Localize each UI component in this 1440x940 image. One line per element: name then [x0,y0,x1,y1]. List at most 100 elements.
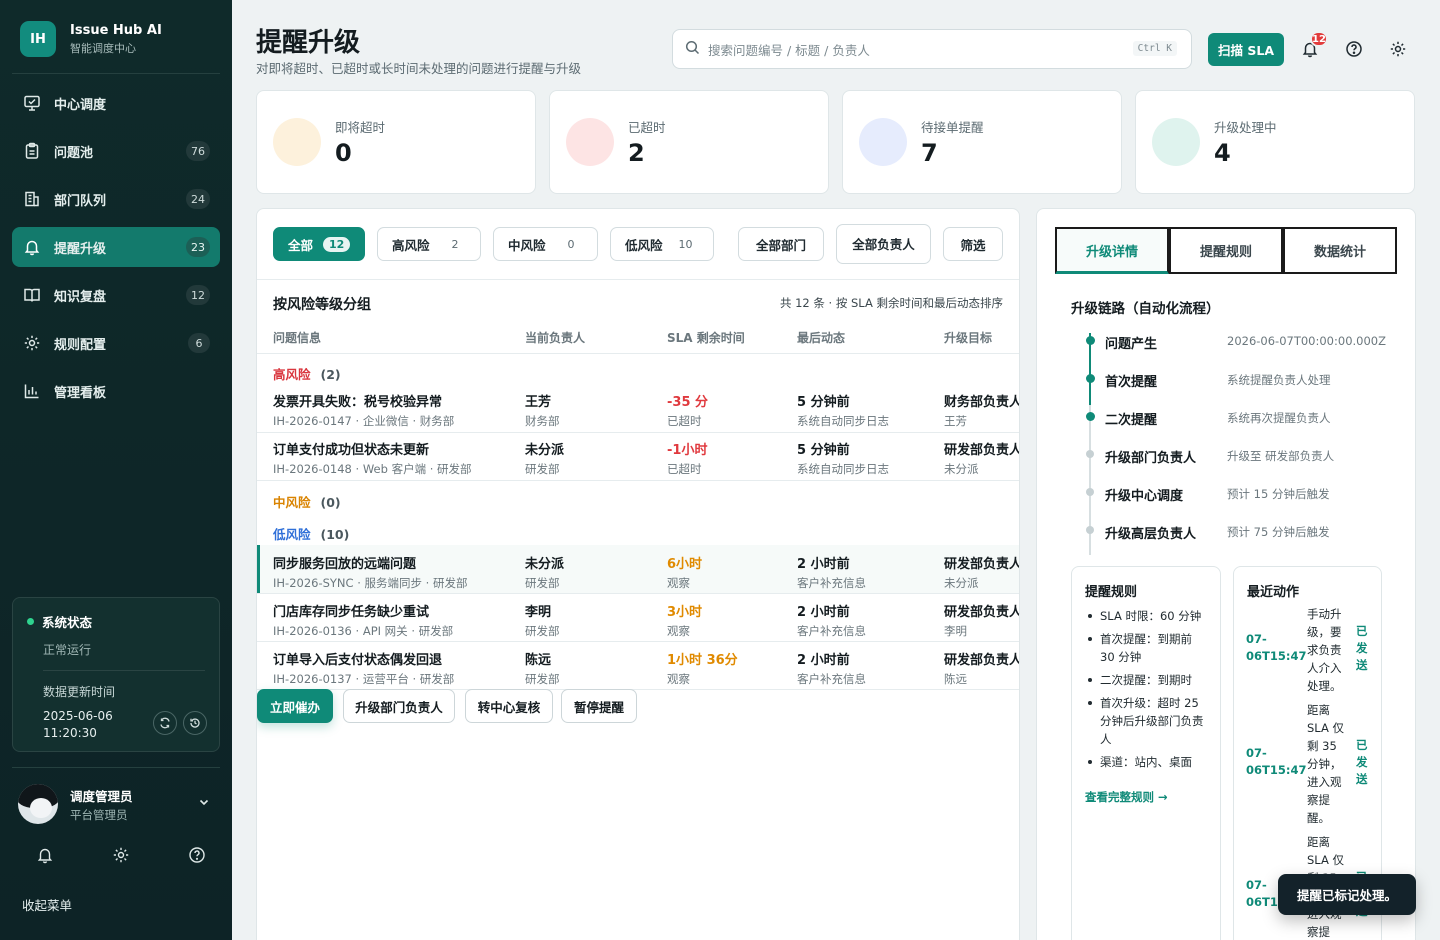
stat-card-timed-out[interactable]: 已超时 2 [549,90,829,194]
sidebar-item-dashboard[interactable]: 管理看板 [12,371,220,411]
sidebar-item-dispatch[interactable]: 中心调度 [12,83,220,123]
stat-label: 即将超时 [335,120,386,135]
issue-title: 同步服务回放的远端问题 [273,557,417,572]
step-dot [1086,412,1095,421]
count-badge: 23 [186,237,210,257]
step-name: 升级部门负责人 [1105,451,1197,466]
chip-count: 2 [451,237,459,251]
help-icon[interactable] [188,846,206,868]
stat-card-near-timeout[interactable]: 即将超时 0 [256,90,536,194]
user-role: 平台管理员 [70,807,128,822]
rules-title: 提醒规则 [1085,585,1138,600]
reminder-rules-card: 提醒规则 SLA 时限：60 分钟 首次提醒：到期前 30 分钟 二次提醒：到期… [1071,566,1221,940]
help-icon[interactable] [1342,37,1366,61]
sync-icon[interactable] [153,711,177,735]
stat-card-pending-accept[interactable]: 待接单提醒 7 [842,90,1122,194]
step-desc: 系统再次提醒负责人 [1227,411,1331,425]
building-icon [22,189,42,209]
escalation-target-name: 陈远 [944,672,967,686]
tab-statistics[interactable]: 数据统计 [1283,227,1397,274]
system-status-title: 系统状态 [42,615,93,630]
page-title: 提醒升级 [256,28,361,58]
section-header-medium[interactable]: 中风险 (0) [273,492,341,511]
section-count: (2) [320,367,341,382]
last-activity-desc: 客户补充信息 [797,624,866,638]
filter-chip-high-risk[interactable]: 高风险 2 [377,227,481,261]
scan-sla-button[interactable]: 扫描 SLA [1208,33,1284,66]
gear-icon[interactable] [112,846,130,868]
last-activity-desc: 客户补充信息 [797,672,866,686]
filter-bar: 全部 12 高风险 2 中风险 0 低风险 10 全部部门 全部负责人 筛选 [273,224,1003,265]
avatar [18,784,58,824]
column-header[interactable]: 当前负责人 [525,329,585,346]
table-row[interactable]: 订单支付成功但状态未更新 IH-2026-0148 · Web 客户端 · 研发部… [257,431,1019,479]
column-header[interactable]: SLA 剩余时间 [667,329,745,346]
step-dot [1086,336,1095,345]
sidebar-item-issue-pool[interactable]: 问题池 76 [12,131,220,171]
filter-chip-medium-risk[interactable]: 中风险 0 [493,227,598,261]
chip-label: 高风险 [392,237,430,253]
section-header-high[interactable]: 高风险 (2) [273,364,341,383]
history-icon[interactable] [183,711,207,735]
search-input[interactable]: 搜索问题编号 / 标题 / 负责人 Ctrl K [672,29,1192,69]
timeline-step: 二次提醒 系统再次提醒负责人 [1071,409,1401,447]
section-label: 高风险 [273,367,311,382]
table-row[interactable]: 订单导入后支付状态偶发回退 IH-2026-0137 · 运营平台 · 研发部 陈… [257,641,1019,689]
transfer-review-button[interactable]: 转中心复核 [465,689,553,723]
urge-now-button[interactable]: 立即催办 [257,689,333,723]
filter-chip-all[interactable]: 全部 12 [273,227,366,261]
view-full-rules-link[interactable]: 查看完整规则 → [1085,789,1168,805]
column-header[interactable]: 问题信息 [273,329,321,346]
sidebar-item-knowledge[interactable]: 知识复盘 12 [12,275,220,315]
tab-reminder-rules[interactable]: 提醒规则 [1169,227,1283,274]
brand[interactable]: IH Issue Hub AI 智能调度中心 [20,21,162,57]
last-activity: 2 小时前 [797,605,850,620]
sla-state: 观察 [667,624,690,638]
sidebar-item-dept-queue[interactable]: 部门队列 24 [12,179,220,219]
section-header-low[interactable]: 低风险 (10) [273,524,349,543]
sidebar-item-reminder[interactable]: 提醒升级 23 [12,227,220,267]
sidebar-item-label: 问题池 [54,145,94,161]
sla-state: 观察 [667,672,690,686]
sla-state: 已超时 [667,462,702,476]
sidebar-item-label: 规则配置 [54,337,107,353]
last-activity-desc: 系统自动同步日志 [797,462,889,476]
recent-title: 最近动作 [1247,585,1300,600]
divider [257,279,1019,280]
stat-icon [859,118,907,166]
section-label: 中风险 [273,495,311,510]
sidebar-item-rules[interactable]: 规则配置 6 [12,323,220,363]
filter-chip-low-risk[interactable]: 低风险 10 [610,227,714,261]
step-name: 首次提醒 [1105,375,1158,390]
notification-icon[interactable]: 12 [1298,31,1328,61]
escalate-dept-head-button[interactable]: 升级部门负责人 [343,689,455,723]
bell-icon[interactable] [36,846,54,868]
user-menu[interactable]: 调度管理员 平台管理员 [18,784,214,824]
table-row[interactable]: 发票开具失败：税号校验异常 IH-2026-0147 · 企业微信 · 财务部 王… [257,383,1019,431]
table-row[interactable]: 同步服务回放的远端问题 IH-2026-SYNC · 服务端同步 · 研发部 未分… [257,545,1019,593]
pause-reminder-button[interactable]: 暂停提醒 [561,689,637,723]
table-row[interactable]: 门店库存同步任务缺少重试 IH-2026-0136 · API 网关 · 研发部 … [257,593,1019,641]
stat-icon [273,118,321,166]
column-header[interactable]: 升级目标 [944,329,992,346]
chevron-down-icon[interactable] [198,796,210,812]
section-count: (0) [320,495,341,510]
collapse-menu-button[interactable]: 收起菜单 [22,895,72,914]
gear-icon[interactable] [1386,37,1410,61]
section-count: (10) [320,527,350,542]
timeline-step: 升级高层负责人 预计 75 分钟后触发 [1071,523,1401,561]
escalation-target-name: 王芳 [944,414,967,428]
stat-card-escalating[interactable]: 升级处理中 4 [1135,90,1415,194]
department-filter[interactable]: 全部部门 [738,227,824,261]
column-header[interactable]: 最后动态 [797,329,845,346]
escalation-target-name: 李明 [944,624,967,638]
step-name: 问题产生 [1105,337,1158,352]
stat-icon [1152,118,1200,166]
update-time-value: 2025-06-06 11:20:30 [43,709,113,740]
owner-filter[interactable]: 全部负责人 [836,224,931,264]
owner-dept: 财务部 [525,414,560,428]
filter-button[interactable]: 筛选 [943,227,1003,261]
step-dot [1086,450,1094,458]
tab-escalation-detail[interactable]: 升级详情 [1055,227,1169,274]
rule-item: 二次提醒：到期时 [1085,671,1210,689]
